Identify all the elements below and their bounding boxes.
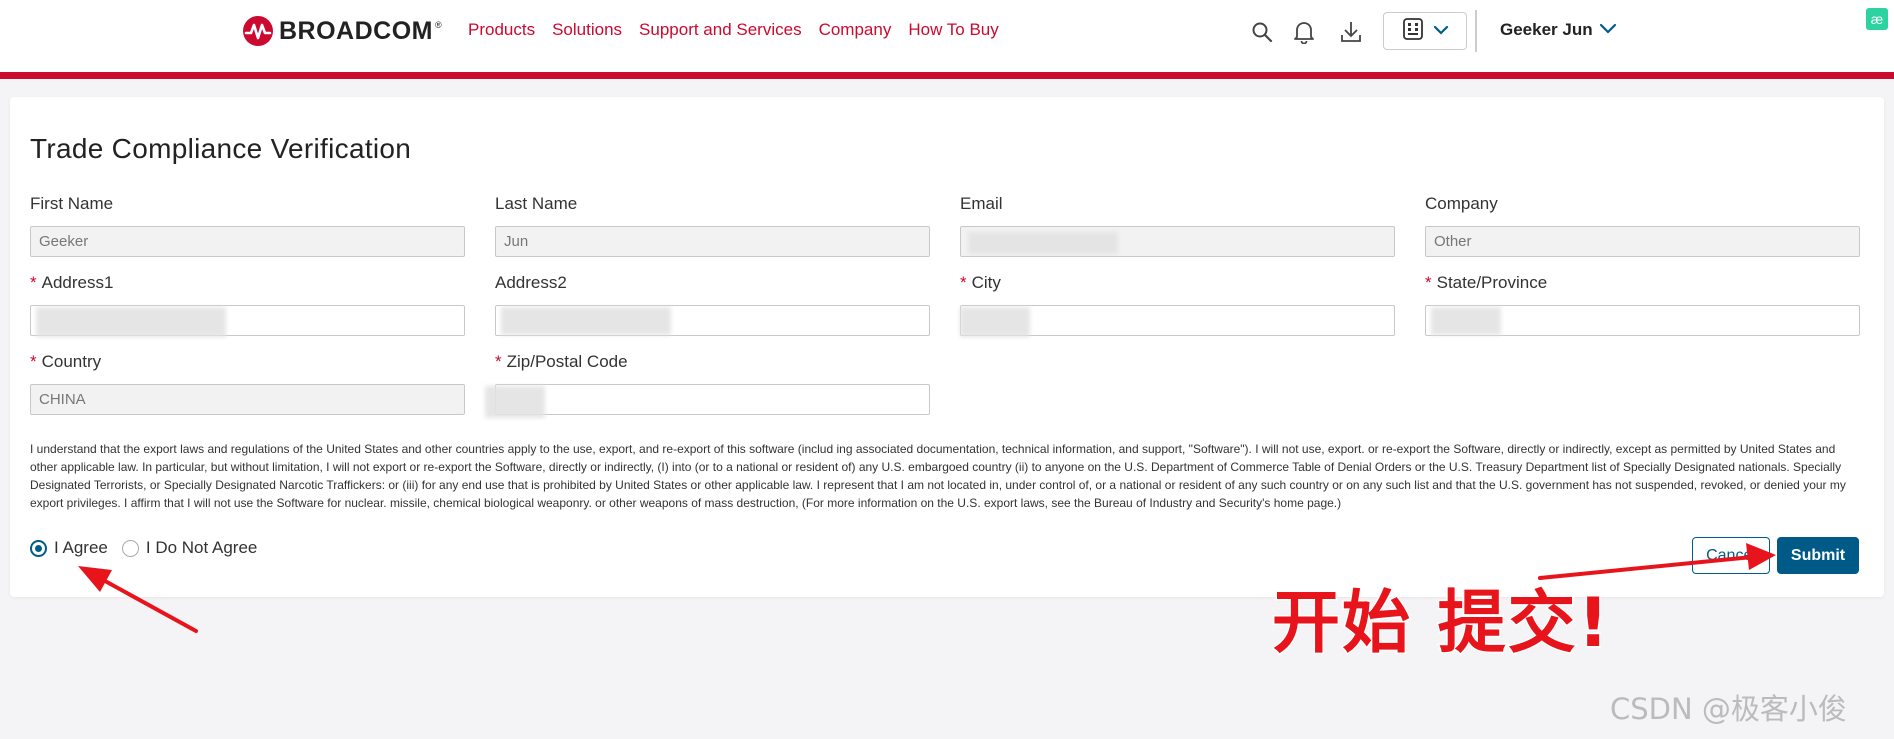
cancel-button[interactable]: Cancel bbox=[1692, 537, 1770, 574]
nav-solutions[interactable]: Solutions bbox=[552, 20, 622, 40]
zip-postal-code-input[interactable] bbox=[495, 384, 930, 415]
radio-checked-icon bbox=[30, 539, 47, 557]
registered-mark: ® bbox=[435, 20, 442, 30]
redacted-blur bbox=[1431, 307, 1501, 335]
email-field: Email bbox=[960, 194, 1395, 257]
redacted-blur bbox=[485, 386, 545, 418]
agree-label: I Agree bbox=[54, 538, 108, 557]
disagree-radio[interactable]: I Do Not Agree bbox=[121, 538, 258, 558]
address1-field: * Address1 bbox=[30, 273, 465, 337]
required-marker: * bbox=[30, 273, 37, 292]
country-label: * Country bbox=[30, 352, 465, 374]
user-menu[interactable]: Geeker Jun bbox=[1500, 20, 1617, 40]
agreement-radio-group: I Agree I Do Not Agree bbox=[30, 538, 257, 558]
city-field: * City bbox=[960, 273, 1395, 337]
required-marker: * bbox=[960, 273, 967, 292]
state-label: * State/Province bbox=[1425, 273, 1860, 295]
zip-postal-code-field: * Zip/Postal Code bbox=[485, 352, 930, 418]
state-label-text: State/Province bbox=[1436, 273, 1548, 292]
search-icon[interactable] bbox=[1249, 19, 1275, 45]
address2-field: Address2 bbox=[495, 273, 930, 336]
last-name-input[interactable] bbox=[495, 226, 930, 257]
radio-unchecked-icon bbox=[121, 539, 139, 557]
company-field: Company bbox=[1425, 194, 1860, 257]
first-name-input[interactable] bbox=[30, 226, 465, 257]
header-divider bbox=[1475, 10, 1477, 52]
trade-compliance-form: Trade Compliance Verification First Name… bbox=[10, 97, 1884, 597]
logo-text: BROADCOM bbox=[279, 16, 433, 45]
chevron-down-icon bbox=[1599, 21, 1617, 39]
country-field: * Country bbox=[30, 352, 465, 415]
download-icon[interactable] bbox=[1338, 19, 1364, 45]
app-grid-icon bbox=[1401, 17, 1425, 46]
redacted-blur bbox=[501, 307, 671, 335]
nav-company[interactable]: Company bbox=[819, 20, 892, 40]
company-input[interactable] bbox=[1425, 226, 1860, 257]
user-name: Geeker Jun bbox=[1500, 20, 1593, 39]
state-province-field: * State/Province bbox=[1425, 273, 1860, 336]
zip-label: * Zip/Postal Code bbox=[495, 352, 930, 374]
country-label-text: Country bbox=[41, 352, 102, 371]
export-compliance-disclaimer: I understand that the export laws and re… bbox=[30, 442, 1846, 510]
broadcom-logo[interactable]: BROADCOM ® bbox=[243, 16, 442, 46]
nav-support-and-services[interactable]: Support and Services bbox=[639, 20, 802, 40]
submit-button[interactable]: Submit bbox=[1777, 537, 1859, 574]
nav-how-to-buy[interactable]: How To Buy bbox=[908, 20, 998, 40]
header-accent-bar bbox=[0, 72, 1894, 79]
main-nav: Products Solutions Support and Services … bbox=[468, 20, 999, 40]
required-marker: * bbox=[30, 352, 37, 371]
redacted-blur bbox=[968, 232, 1118, 254]
address2-label: Address2 bbox=[495, 273, 567, 292]
redacted-blur bbox=[960, 307, 1030, 337]
last-name-field: Last Name bbox=[495, 194, 930, 257]
country-input[interactable] bbox=[30, 384, 465, 415]
last-name-label: Last Name bbox=[495, 194, 578, 213]
app-switcher-dropdown[interactable] bbox=[1383, 12, 1467, 50]
chevron-down-icon bbox=[1433, 22, 1449, 40]
first-name-field: First Name bbox=[30, 194, 465, 257]
zip-label-text: Zip/Postal Code bbox=[506, 352, 628, 371]
agree-radio[interactable]: I Agree bbox=[30, 538, 108, 558]
browser-extension-icon[interactable]: æ bbox=[1866, 8, 1888, 30]
disagree-label: I Do Not Agree bbox=[145, 538, 258, 557]
csdn-watermark: CSDN @极客小俊 bbox=[1610, 692, 1847, 726]
annotation-start-submit: 开始 提交! bbox=[1271, 583, 1611, 665]
nav-products[interactable]: Products bbox=[468, 20, 535, 40]
city-label: * City bbox=[960, 273, 1395, 295]
required-marker: * bbox=[1425, 273, 1432, 292]
address1-label-text: Address1 bbox=[41, 273, 114, 292]
top-navigation-bar: BROADCOM ® Products Solutions Support and… bbox=[0, 0, 1894, 72]
first-name-label: First Name bbox=[30, 194, 114, 213]
email-label: Email bbox=[960, 194, 1003, 213]
page-title: Trade Compliance Verification bbox=[30, 133, 412, 164]
address1-label: * Address1 bbox=[30, 273, 465, 295]
redacted-blur bbox=[36, 307, 226, 337]
bell-icon[interactable] bbox=[1291, 19, 1317, 45]
city-label-text: City bbox=[971, 273, 1001, 292]
broadcom-logo-icon bbox=[243, 16, 273, 46]
company-label: Company bbox=[1425, 194, 1498, 213]
required-marker: * bbox=[495, 352, 502, 371]
